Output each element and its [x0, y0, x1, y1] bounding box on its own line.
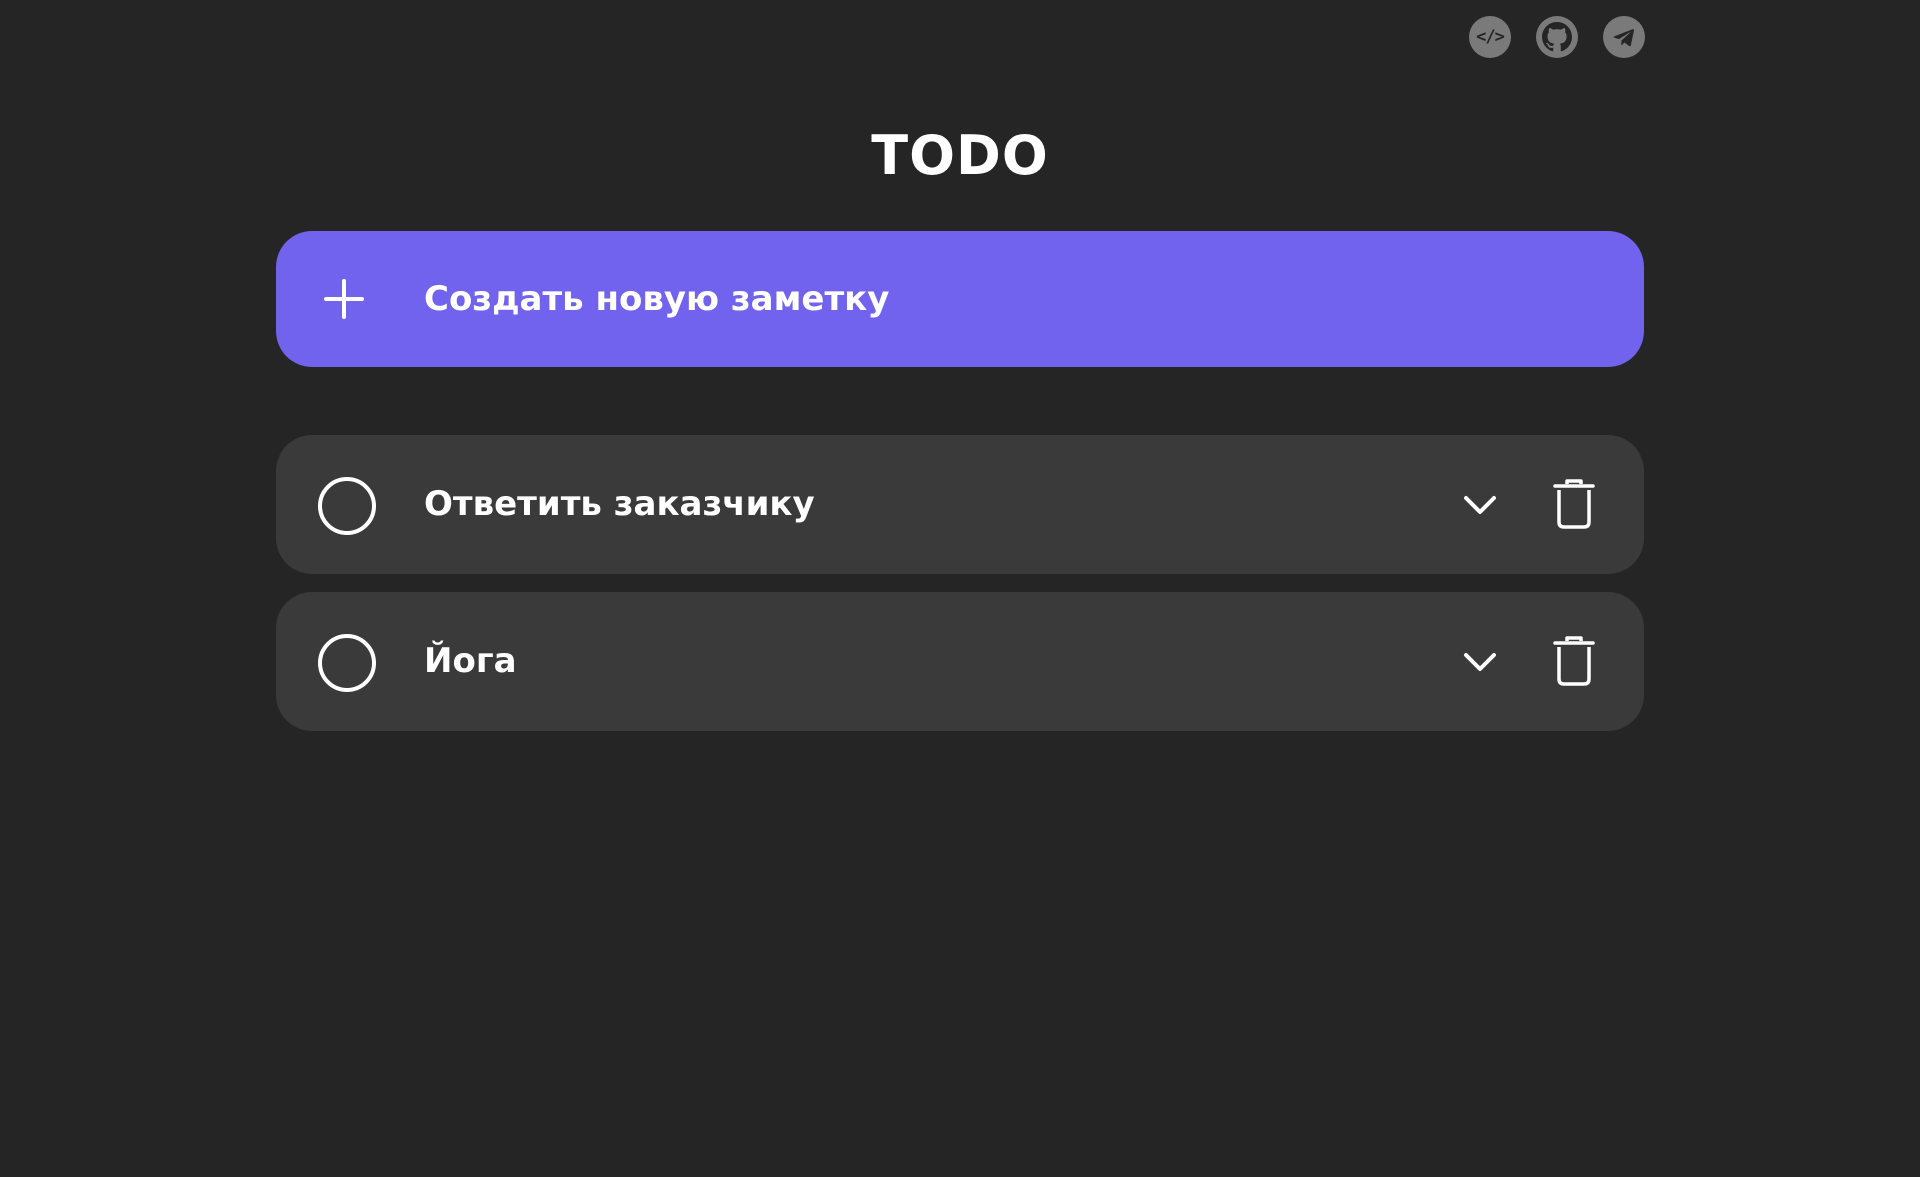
- telegram-icon: [1613, 29, 1634, 47]
- telegram-link-button[interactable]: [1603, 16, 1645, 58]
- plus-icon: [324, 279, 364, 319]
- github-icon: [1542, 22, 1572, 52]
- chevron-down-icon[interactable]: [1460, 642, 1500, 682]
- todo-text: Ответить заказчику: [424, 484, 815, 524]
- todo-item: Йога: [276, 592, 1644, 731]
- github-link-button[interactable]: [1536, 16, 1578, 58]
- chevron-down-icon[interactable]: [1460, 485, 1500, 525]
- todo-text: Йога: [424, 641, 517, 681]
- social-links: </>: [1469, 16, 1645, 58]
- trash-icon[interactable]: [1552, 635, 1596, 687]
- code-link-button[interactable]: </>: [1469, 16, 1511, 58]
- complete-checkbox[interactable]: [318, 634, 376, 692]
- code-icon: </>: [1476, 27, 1505, 47]
- todo-app: </> TODO Создать новую заметку Ответить …: [0, 0, 1920, 1177]
- create-note-label: Создать новую заметку: [424, 279, 890, 319]
- page-title: TODO: [871, 124, 1049, 188]
- create-note-button[interactable]: Создать новую заметку: [276, 231, 1644, 367]
- todo-item: Ответить заказчику: [276, 435, 1644, 574]
- complete-checkbox[interactable]: [318, 477, 376, 535]
- trash-icon[interactable]: [1552, 478, 1596, 530]
- todo-list: Ответить заказчику Йога: [276, 435, 1644, 749]
